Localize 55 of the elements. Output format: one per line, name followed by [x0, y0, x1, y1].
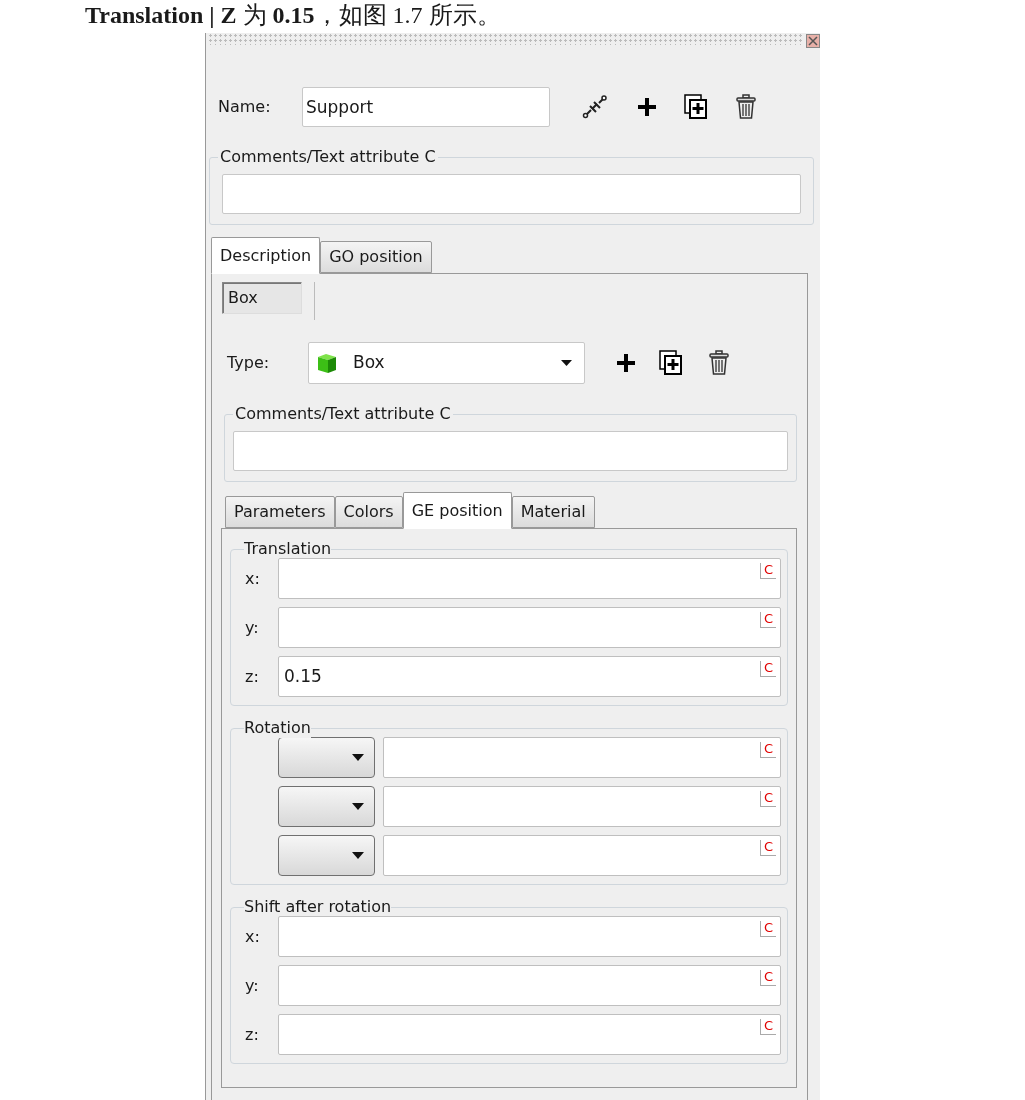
- name-label: Name:: [218, 96, 272, 118]
- axis-label: x:: [244, 567, 261, 590]
- axis-dropdown[interactable]: [278, 737, 375, 778]
- value-field[interactable]: C: [278, 916, 781, 957]
- value-field[interactable]: C: [278, 1014, 781, 1055]
- caret-icon: [352, 754, 364, 761]
- value-field[interactable]: C: [278, 965, 781, 1006]
- trash-icon[interactable]: [709, 350, 729, 376]
- axis-label: z:: [244, 1023, 260, 1046]
- plus-icon[interactable]: [615, 352, 637, 374]
- value-field[interactable]: C: [383, 737, 781, 778]
- axis-label: z:: [244, 665, 260, 688]
- constant-button[interactable]: C: [759, 742, 776, 758]
- constant-button[interactable]: C: [759, 612, 776, 628]
- axis-label: y:: [244, 974, 260, 997]
- sub-tab[interactable]: Box: [222, 282, 302, 314]
- constant-button[interactable]: C: [759, 791, 776, 807]
- plus-icon[interactable]: [636, 96, 658, 118]
- tab[interactable]: Description: [211, 237, 321, 274]
- tab[interactable]: GE position: [402, 492, 512, 529]
- value-field[interactable]: 0.15 C: [278, 656, 781, 697]
- value-field[interactable]: C: [383, 786, 781, 827]
- duplicate-icon[interactable]: [684, 94, 708, 120]
- axis-dropdown[interactable]: [278, 835, 375, 876]
- axis-dropdown[interactable]: [278, 786, 375, 827]
- trash-icon[interactable]: [736, 94, 756, 120]
- tab[interactable]: GO position: [320, 241, 432, 273]
- tab[interactable]: Colors: [334, 496, 403, 528]
- value-field[interactable]: C: [383, 835, 781, 876]
- caption-text: Translation | Z 为 0.15，如图 1.7 所示。: [85, 1, 502, 30]
- cube-icon: [315, 351, 339, 375]
- duplicate-icon[interactable]: [659, 350, 683, 376]
- field-value: 0.15: [284, 664, 322, 688]
- caret-icon: [352, 852, 364, 859]
- type-label: Type:: [227, 352, 271, 374]
- constant-button[interactable]: C: [759, 1019, 776, 1035]
- type-dropdown[interactable]: Box: [308, 342, 585, 384]
- axis-label: x:: [244, 925, 261, 948]
- constant-button[interactable]: C: [759, 921, 776, 937]
- tab[interactable]: Parameters: [225, 496, 335, 528]
- type-value: Box: [353, 351, 386, 375]
- link-icon[interactable]: [582, 94, 608, 120]
- constant-button[interactable]: C: [759, 563, 776, 579]
- tab[interactable]: Material: [511, 496, 595, 528]
- caret-icon: [352, 803, 364, 810]
- value-field[interactable]: C: [278, 607, 781, 648]
- group-legend: Rotation: [244, 718, 311, 738]
- constant-button[interactable]: C: [759, 840, 776, 856]
- constant-button[interactable]: C: [759, 970, 776, 986]
- value-field[interactable]: C: [278, 558, 781, 599]
- close-icon[interactable]: [806, 34, 820, 48]
- axis-label: y:: [244, 616, 260, 639]
- constant-button[interactable]: C: [759, 661, 776, 677]
- caret-icon: [561, 360, 572, 366]
- name-field[interactable]: Support: [302, 87, 550, 127]
